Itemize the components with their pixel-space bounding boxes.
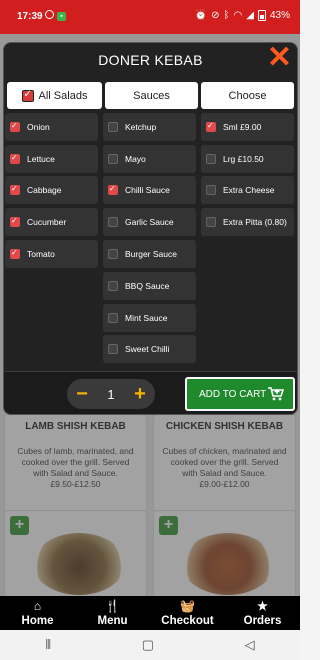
add-to-cart-label: ADD TO CART bbox=[199, 388, 267, 400]
home-icon: ⌂ bbox=[33, 599, 42, 613]
signal-icon: ◢ bbox=[246, 10, 254, 21]
option-burger-sauce[interactable]: Burger Sauce bbox=[103, 240, 196, 268]
nav-checkout[interactable]: 🧺 Checkout bbox=[150, 596, 225, 630]
option-chilli-sauce[interactable]: Chilli Sauce bbox=[103, 176, 196, 204]
option-sweet-chilli[interactable]: Sweet Chilli bbox=[103, 335, 196, 363]
option-bbq-sauce[interactable]: BBQ Sauce bbox=[103, 272, 196, 300]
increase-quantity-button[interactable]: + bbox=[131, 384, 149, 404]
checkbox-checked-icon[interactable] bbox=[206, 121, 216, 132]
status-time: 17:39 bbox=[17, 11, 43, 22]
battery-level: 43% bbox=[269, 10, 290, 21]
option-label: Ketchup bbox=[125, 122, 157, 132]
nav-label: Menu bbox=[97, 615, 128, 627]
option-garlic-sauce[interactable]: Garlic Sauce bbox=[103, 208, 196, 236]
column-header-label: Choose bbox=[228, 89, 267, 102]
basket-icon: 🧺 bbox=[180, 599, 195, 613]
checkbox-unchecked-icon[interactable] bbox=[108, 217, 118, 227]
modal-footer: − 1 + ADD TO CART bbox=[4, 371, 297, 414]
status-icons: ⏰ ⊘ ᛒ ◠ ◢ 43% bbox=[195, 10, 290, 21]
bluetooth-icon: ᛒ bbox=[223, 10, 230, 21]
cutlery-icon: 🍴 bbox=[105, 599, 120, 613]
option-tomato[interactable]: Tomato bbox=[5, 240, 98, 268]
option-label: BBQ Sauce bbox=[125, 281, 170, 291]
checkbox-unchecked-icon[interactable] bbox=[108, 281, 118, 291]
column-header-choose: Choose bbox=[201, 82, 294, 109]
whatsapp-icon bbox=[45, 10, 54, 21]
option-label: Sweet Chilli bbox=[125, 344, 170, 354]
option-label: Tomato bbox=[27, 249, 55, 259]
decrease-quantity-button[interactable]: − bbox=[73, 384, 91, 404]
checkbox-unchecked-icon[interactable] bbox=[206, 185, 216, 195]
back-icon[interactable]: ◁ bbox=[245, 637, 255, 653]
add-to-cart-button[interactable]: ADD TO CART bbox=[185, 377, 295, 411]
checkbox-checked-icon[interactable] bbox=[10, 153, 20, 164]
option-onion[interactable]: Onion bbox=[5, 113, 98, 141]
home-button-icon[interactable]: ▢ bbox=[142, 637, 154, 653]
mute-icon: ⊘ bbox=[211, 10, 220, 21]
item-options-modal: DONER KEBAB ✕ All Salads Sauces Choose O… bbox=[3, 42, 298, 415]
cart-add-icon bbox=[268, 387, 285, 401]
system-navigation-bar: ⦀ ▢ ◁ bbox=[0, 630, 300, 660]
nav-label: Home bbox=[21, 615, 54, 627]
close-icon[interactable]: ✕ bbox=[267, 43, 292, 73]
checkbox-checked-icon[interactable] bbox=[21, 89, 34, 102]
option-label: Lrg £10.50 bbox=[223, 154, 264, 164]
option-label: Lettuce bbox=[27, 154, 55, 164]
nav-home[interactable]: ⌂ Home bbox=[0, 596, 75, 630]
modal-title: DONER KEBAB bbox=[98, 52, 203, 68]
checkbox-unchecked-icon[interactable] bbox=[108, 154, 118, 164]
column-header-label: All Salads bbox=[38, 89, 88, 102]
column-header-label: Sauces bbox=[133, 89, 170, 102]
checkbox-checked-icon[interactable] bbox=[10, 184, 20, 195]
checkbox-checked-icon[interactable] bbox=[10, 248, 20, 259]
option-label: Cabbage bbox=[27, 185, 62, 195]
checkbox-unchecked-icon[interactable] bbox=[108, 249, 118, 259]
column-header-salads[interactable]: All Salads bbox=[7, 82, 102, 109]
option-label: Mayo bbox=[125, 154, 146, 164]
checkbox-unchecked-icon[interactable] bbox=[206, 154, 216, 164]
option-label: Burger Sauce bbox=[125, 249, 177, 259]
alarm-icon: ⏰ bbox=[194, 10, 208, 21]
checkbox-unchecked-icon[interactable] bbox=[108, 344, 118, 354]
option-lettuce[interactable]: Lettuce bbox=[5, 145, 98, 173]
checkbox-unchecked-icon[interactable] bbox=[108, 122, 118, 132]
checkbox-checked-icon[interactable] bbox=[108, 184, 118, 195]
column-header-sauces: Sauces bbox=[105, 82, 198, 109]
checkbox-unchecked-icon[interactable] bbox=[206, 217, 216, 227]
checkbox-checked-icon[interactable] bbox=[10, 216, 20, 227]
option-label: Onion bbox=[27, 122, 50, 132]
option-ketchup[interactable]: Ketchup bbox=[103, 113, 196, 141]
notification-icon: ▪ bbox=[57, 10, 66, 21]
checkbox-checked-icon[interactable] bbox=[10, 121, 20, 132]
option-label: Extra Cheese bbox=[223, 185, 275, 195]
quantity-value: 1 bbox=[107, 386, 115, 402]
option-small[interactable]: Sml £9.00 bbox=[201, 113, 294, 141]
recents-icon[interactable]: ⦀ bbox=[45, 637, 51, 653]
wifi-icon: ◠ bbox=[233, 10, 243, 21]
nav-label: Orders bbox=[243, 615, 282, 627]
status-bar: 17:39 ▪ ⏰ ⊘ ᛒ ◠ ◢ 43% bbox=[0, 0, 300, 34]
quantity-stepper: − 1 + bbox=[67, 379, 155, 409]
bottom-navigation: ⌂ Home 🍴 Menu 🧺 Checkout ★ Orders bbox=[0, 596, 300, 630]
option-extra-pitta[interactable]: Extra Pitta (0.80) bbox=[201, 208, 294, 236]
nav-orders[interactable]: ★ Orders bbox=[225, 596, 300, 630]
battery-icon bbox=[257, 10, 266, 21]
option-label: Extra Pitta (0.80) bbox=[223, 217, 287, 227]
option-extra-cheese[interactable]: Extra Cheese bbox=[201, 176, 294, 204]
nav-label: Checkout bbox=[161, 615, 214, 627]
checkbox-unchecked-icon[interactable] bbox=[108, 313, 118, 323]
option-label: Chilli Sauce bbox=[125, 185, 170, 195]
option-mayo[interactable]: Mayo bbox=[103, 145, 196, 173]
option-large[interactable]: Lrg £10.50 bbox=[201, 145, 294, 173]
option-label: Garlic Sauce bbox=[125, 217, 174, 227]
star-icon: ★ bbox=[257, 599, 268, 613]
option-cabbage[interactable]: Cabbage bbox=[5, 176, 98, 204]
option-label: Sml £9.00 bbox=[223, 122, 262, 132]
option-label: Mint Sauce bbox=[125, 313, 168, 323]
option-cucumber[interactable]: Cucumber bbox=[5, 208, 98, 236]
nav-menu[interactable]: 🍴 Menu bbox=[75, 596, 150, 630]
option-label: Cucumber bbox=[27, 217, 67, 227]
option-mint-sauce[interactable]: Mint Sauce bbox=[103, 304, 196, 332]
